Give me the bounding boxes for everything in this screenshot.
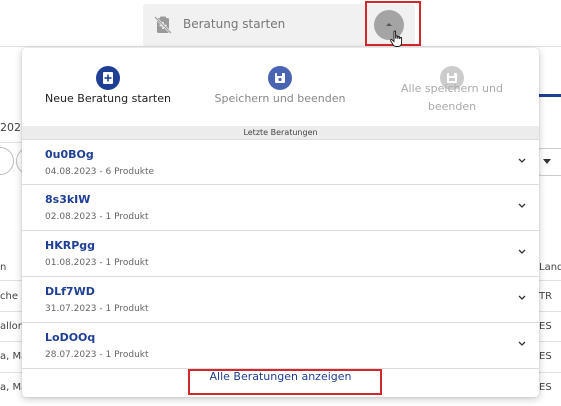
list-item[interactable]: LoDOOq 28.07.2023 - 1 Produkt <box>22 323 539 369</box>
start-consultation-bar[interactable]: Beratung starten <box>143 4 415 46</box>
save-and-exit-button[interactable]: Speichern und beenden <box>194 48 366 126</box>
consultation-code: HKRPgg <box>45 239 96 252</box>
chevron-down-icon[interactable] <box>517 202 527 210</box>
list-item[interactable]: DLf7WD 31.07.2023 - 1 Produkt <box>22 277 539 323</box>
bg-row-right: TR <box>539 291 553 302</box>
bg-column-header: n <box>0 262 7 273</box>
list-item[interactable]: 8s3kIW 02.08.2023 - 1 Produkt <box>22 185 539 231</box>
consultation-meta: 28.07.2023 - 1 Produkt <box>45 350 149 360</box>
recent-consultations-header: Letzte Beratungen <box>22 126 539 139</box>
list-item[interactable]: HKRPgg 01.08.2023 - 1 Produkt <box>22 231 539 277</box>
bg-row-left: allor <box>0 321 22 332</box>
recent-consultations-list: 0u0BOg 04.08.2023 - 6 Produkte 8s3kIW 02… <box>22 139 539 369</box>
chevron-down-icon <box>543 159 551 164</box>
save-and-exit-label: Speichern und beenden <box>214 92 346 105</box>
action-row: Neue Beratung starten Speichern und been… <box>22 48 539 126</box>
consultation-code: LoDOOq <box>45 331 96 344</box>
bg-radio-button[interactable] <box>0 147 14 175</box>
consultation-meta: 01.08.2023 - 1 Produkt <box>45 258 149 268</box>
hand-cursor-icon <box>390 30 403 47</box>
chevron-down-icon[interactable] <box>517 340 527 348</box>
consultation-code: 0u0BOg <box>45 148 94 161</box>
consultation-code: DLf7WD <box>45 285 95 298</box>
save-icon <box>268 66 292 90</box>
chevron-up-icon <box>386 23 392 26</box>
bg-divider <box>0 142 22 143</box>
consultation-code: 8s3kIW <box>45 193 91 206</box>
chevron-down-icon[interactable] <box>517 248 527 256</box>
plus-document-icon <box>96 66 120 90</box>
bg-column-header-land: Land <box>539 262 561 273</box>
consultation-meta: 02.08.2023 - 1 Produkt <box>45 212 149 222</box>
consultation-off-icon <box>154 16 172 34</box>
bg-row-right: ES <box>539 351 552 362</box>
bg-row-right: ES <box>539 382 552 393</box>
start-consultation-label: Beratung starten <box>183 17 286 31</box>
new-consultation-label: Neue Beratung starten <box>45 92 171 105</box>
bg-row-right: ES <box>539 321 552 332</box>
consultation-dropdown: Neue Beratung starten Speichern und been… <box>22 48 539 397</box>
bg-dropdown[interactable] <box>538 148 561 176</box>
save-all-and-exit-label: Alle speichern und beenden <box>401 82 503 113</box>
bg-year-fragment: 202 <box>0 121 21 134</box>
bg-active-tab-indicator <box>539 94 561 97</box>
consultation-meta: 31.07.2023 - 1 Produkt <box>45 304 149 314</box>
show-all-consultations-link[interactable]: Alle Beratungen anzeigen <box>22 370 539 383</box>
bg-divider <box>0 46 561 47</box>
consultation-meta: 04.08.2023 - 6 Produkte <box>45 167 155 177</box>
chevron-down-icon[interactable] <box>517 157 527 165</box>
chevron-down-icon[interactable] <box>517 294 527 302</box>
new-consultation-button[interactable]: Neue Beratung starten <box>22 48 194 126</box>
save-all-and-exit-button[interactable]: Alle speichern und beenden <box>366 48 538 126</box>
list-item[interactable]: 0u0BOg 04.08.2023 - 6 Produkte <box>22 139 539 185</box>
